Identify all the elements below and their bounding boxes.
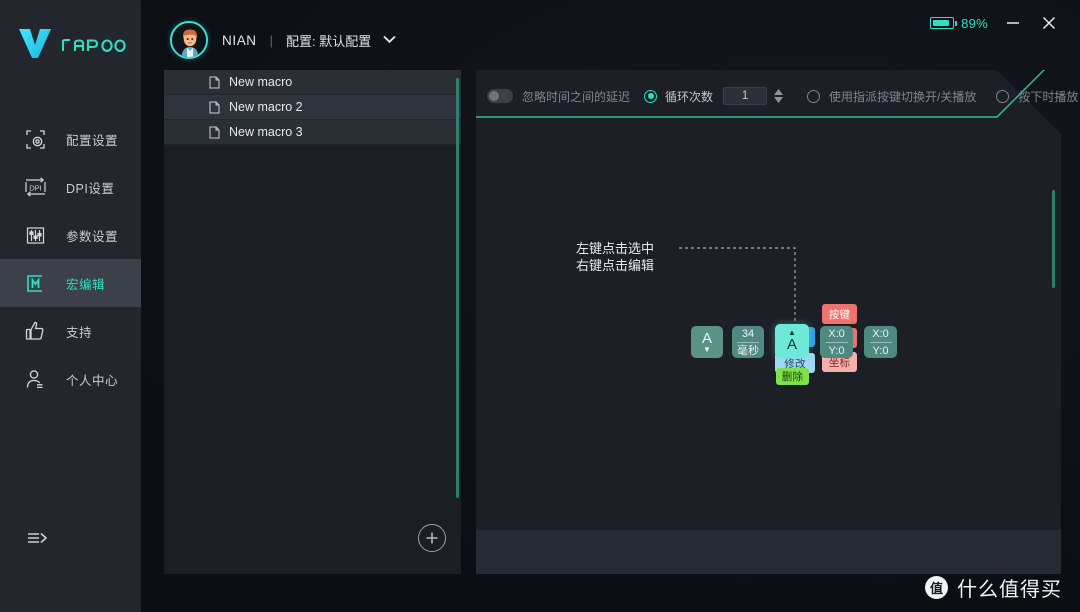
sidebar-nav: 配置设置 DPI DPI设置 参数设置 宏编辑 支持 个人中心 — [0, 115, 141, 403]
macro-edit-icon — [22, 270, 48, 296]
key-submenu-label: 按键 — [828, 308, 851, 321]
battery-indicator: 89% — [930, 16, 988, 31]
editor-footer-bar — [476, 530, 1061, 574]
coordinate-tile-1[interactable]: X:0 Y:0 — [820, 326, 853, 358]
macro-list-item[interactable]: New macro 2 — [164, 95, 461, 120]
chevron-down-icon[interactable] — [382, 31, 397, 49]
tile-divider — [869, 341, 892, 343]
watermark: 值 什么值得买 — [925, 573, 1062, 602]
watermark-text: 什么值得买 — [957, 579, 1062, 601]
coordinate-y: Y:0 — [828, 344, 845, 357]
battery-icon — [930, 17, 958, 29]
file-icon — [209, 126, 220, 138]
macro-list-panel: New macro New macro 2 New macro 3 — [164, 70, 461, 574]
add-macro-button[interactable] — [418, 524, 446, 552]
sidebar-item-label: 支持 — [66, 325, 93, 340]
profile-config-label[interactable]: 配置: 默认配置 — [286, 31, 371, 50]
key-glyph: A — [701, 329, 712, 347]
coordinate-y: Y:0 — [872, 344, 889, 357]
sidebar-item-label: 参数设置 — [66, 229, 119, 244]
thumbs-up-icon — [22, 318, 48, 344]
avatar[interactable] — [170, 21, 208, 59]
collapse-menu-icon[interactable] — [22, 524, 52, 554]
dpi-settings-icon: DPI — [22, 174, 48, 200]
sidebar-item-support[interactable]: 支持 — [0, 307, 141, 355]
config-settings-icon — [22, 126, 48, 152]
macro-list-item-label: New macro — [229, 75, 293, 89]
macro-list-item-label: New macro 3 — [229, 125, 303, 139]
key-down-tile[interactable]: A ▼ — [691, 326, 723, 358]
key-submenu-item[interactable]: 按键 — [822, 304, 857, 324]
delay-unit: 毫秒 — [737, 344, 759, 357]
svg-text:DPI: DPI — [29, 183, 42, 192]
close-icon[interactable] — [1038, 12, 1060, 34]
macro-list-item[interactable]: New macro — [164, 70, 461, 95]
app-window: 配置设置 DPI DPI设置 参数设置 宏编辑 支持 个人中心 NIAN | 配… — [0, 0, 1080, 612]
macro-list-item[interactable]: New macro 3 — [164, 120, 461, 145]
macro-help-diagram: 左键点击选中 右键点击编辑 添加▶ 修改 按键 延迟 坐标 A ▼ 34 毫秒 — [476, 70, 1061, 530]
sidebar-item-parameter-settings[interactable]: 参数设置 — [0, 211, 141, 259]
hint-line-2: 右键点击编辑 — [575, 258, 654, 273]
watermark-badge: 值 — [925, 576, 948, 599]
user-account-icon — [22, 366, 48, 392]
delay-value: 34 — [741, 327, 755, 340]
rapoo-wordmark-icon — [61, 38, 126, 52]
minimize-icon[interactable] — [1002, 12, 1024, 34]
tile-divider — [825, 341, 848, 343]
file-icon — [209, 76, 220, 88]
battery-percent: 89% — [961, 15, 988, 31]
sidebar-item-label: 宏编辑 — [66, 277, 106, 292]
coordinate-x: X:0 — [828, 327, 845, 340]
parameter-settings-icon — [22, 222, 48, 248]
macro-list-item-label: New macro 2 — [229, 100, 303, 114]
macro-list: New macro New macro 2 New macro 3 — [164, 70, 461, 145]
key-up-tile[interactable]: ▲ A — [775, 324, 809, 358]
rapoo-v-logo-icon — [19, 29, 51, 58]
profile-user-name: NIAN — [222, 32, 257, 48]
plus-circle-icon — [426, 532, 438, 544]
diagram-connector-lines — [679, 247, 809, 348]
key-glyph: A — [786, 336, 797, 353]
tile-divider — [737, 341, 759, 343]
hint-line-1: 左键点击选中 — [575, 241, 654, 256]
sidebar-item-label: 个人中心 — [66, 373, 119, 388]
brand-logo[interactable] — [0, 0, 141, 59]
top-bar: NIAN | 配置: 默认配置 89% — [141, 0, 1080, 70]
profile-separator: | — [269, 32, 274, 48]
sidebar: 配置设置 DPI DPI设置 参数设置 宏编辑 支持 个人中心 — [0, 0, 141, 612]
file-icon — [209, 101, 220, 113]
sidebar-item-label: DPI设置 — [66, 181, 115, 196]
diagram-hint-text: 左键点击选中 右键点击编辑 — [576, 240, 654, 274]
sidebar-item-user-account[interactable]: 个人中心 — [0, 355, 141, 403]
sidebar-item-macro-edit[interactable]: 宏编辑 — [0, 259, 141, 307]
sidebar-item-label: 配置设置 — [66, 133, 119, 148]
coordinate-x: X:0 — [872, 327, 889, 340]
sidebar-item-config-settings[interactable]: 配置设置 — [0, 115, 141, 163]
window-controls: 89% — [930, 12, 1060, 34]
delete-label: 删除 — [781, 371, 804, 383]
macro-list-scrollbar[interactable] — [456, 78, 459, 498]
sidebar-item-dpi-settings[interactable]: DPI DPI设置 — [0, 163, 141, 211]
coordinate-tile-2[interactable]: X:0 Y:0 — [864, 326, 897, 358]
delete-button[interactable]: 删除 — [776, 368, 809, 385]
key-down-marker-icon: ▼ — [703, 344, 711, 354]
delay-tile[interactable]: 34 毫秒 — [732, 326, 764, 358]
